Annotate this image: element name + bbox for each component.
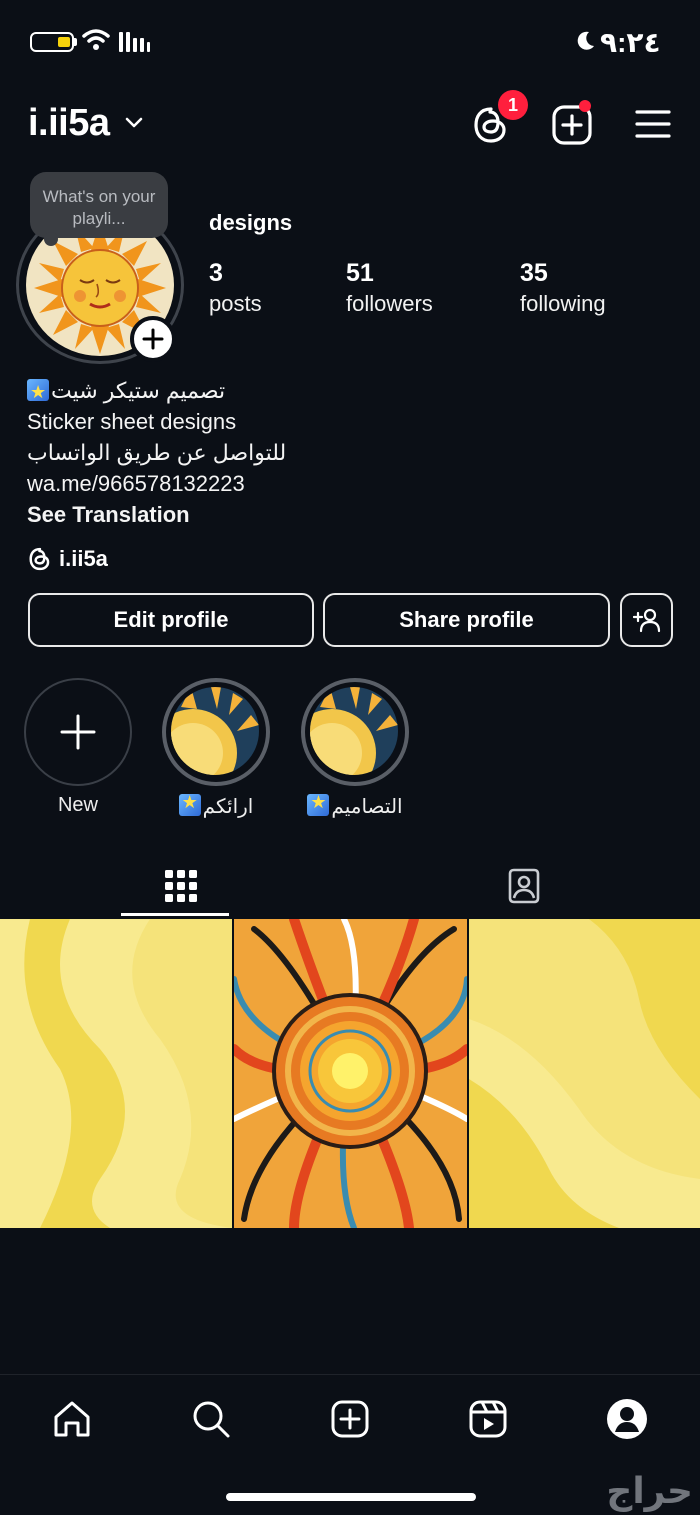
post-thumbnail[interactable] xyxy=(0,919,232,1228)
battery-icon xyxy=(30,32,74,52)
profile-screen: ٩:٢٤ i.ii5a 1 What's on your playli... d… xyxy=(0,0,700,1515)
nav-profile[interactable] xyxy=(605,1397,649,1441)
username-switcher[interactable]: i.ii5a xyxy=(28,102,110,145)
add-story-button[interactable] xyxy=(130,316,176,362)
discover-people-button[interactable] xyxy=(620,593,673,647)
moon-icon xyxy=(577,31,594,50)
shooting-star-emoji-icon xyxy=(27,379,49,401)
highlight-label: التصاميم xyxy=(331,796,403,818)
status-bar: ٩:٢٤ xyxy=(0,0,700,80)
notification-badge: 1 xyxy=(498,90,528,120)
tab-posts-grid[interactable] xyxy=(121,856,241,916)
stat-label: followers xyxy=(346,291,433,316)
watermark: حراج xyxy=(606,1470,693,1511)
add-person-icon xyxy=(632,608,660,633)
threads-handle: i.ii5a xyxy=(59,546,108,571)
highlight-label: ارائكم xyxy=(202,796,254,818)
menu-icon[interactable] xyxy=(633,106,673,142)
edit-profile-button[interactable]: Edit profile xyxy=(28,593,314,647)
stat-value: 35 xyxy=(520,259,548,287)
wifi-icon xyxy=(82,29,110,50)
shooting-star-emoji-icon xyxy=(178,794,201,816)
threads-profile-link[interactable]: i.ii5a xyxy=(27,543,108,575)
create-notification-dot xyxy=(579,100,591,112)
reels-icon xyxy=(469,1400,507,1438)
highlight-cover xyxy=(171,687,259,775)
grid-icon xyxy=(165,870,197,902)
share-profile-button[interactable]: Share profile xyxy=(323,593,610,647)
threads-icon xyxy=(29,547,50,571)
signal-icon xyxy=(119,32,150,52)
profile-category: designs xyxy=(209,210,293,235)
home-icon xyxy=(54,1401,90,1437)
stat-posts[interactable]: 3 posts xyxy=(209,258,262,320)
tagged-icon xyxy=(508,868,540,904)
status-time: ٩:٢٤ xyxy=(600,27,661,58)
bio-line-1: تصميم ستيكر شيت xyxy=(51,378,226,403)
plus-icon xyxy=(60,714,96,750)
nav-search[interactable] xyxy=(189,1397,233,1441)
see-translation-link[interactable]: See Translation xyxy=(27,499,286,530)
bio: تصميم ستيكر شيت Sticker sheet designs لل… xyxy=(27,375,286,530)
stat-value: 51 xyxy=(346,259,374,287)
stat-label: posts xyxy=(209,291,262,316)
bio-line-3: للتواصل عن طريق الواتساب xyxy=(27,440,287,465)
shooting-star-emoji-icon xyxy=(307,794,330,816)
profile-icon xyxy=(607,1399,647,1439)
bio-link[interactable]: wa.me/966578132223 xyxy=(27,468,286,499)
highlight-item[interactable]: التصاميم xyxy=(301,678,409,819)
highlight-new[interactable]: New xyxy=(24,678,132,817)
bio-line-2: Sticker sheet designs xyxy=(27,409,237,434)
highlight-label: New xyxy=(57,794,98,816)
stat-followers[interactable]: 51 followers xyxy=(346,258,433,320)
nav-home[interactable] xyxy=(50,1397,94,1441)
tab-active-indicator xyxy=(121,913,229,916)
nav-create[interactable] xyxy=(328,1397,372,1441)
post-thumbnail[interactable] xyxy=(234,919,467,1228)
chevron-down-icon[interactable] xyxy=(124,116,144,130)
create-icon xyxy=(331,1400,369,1438)
highlight-item[interactable]: ارائكم xyxy=(162,678,270,819)
highlight-cover xyxy=(310,687,398,775)
search-icon xyxy=(193,1401,230,1438)
nav-reels[interactable] xyxy=(466,1397,510,1441)
note-bubble[interactable]: What's on your playli... xyxy=(30,172,168,238)
stat-label: following xyxy=(520,291,606,316)
home-indicator[interactable] xyxy=(226,1493,476,1501)
post-thumbnail[interactable] xyxy=(469,919,700,1228)
tab-tagged[interactable] xyxy=(464,856,584,916)
stat-value: 3 xyxy=(209,259,223,287)
plus-icon xyxy=(142,328,164,350)
stat-following[interactable]: 35 following xyxy=(520,258,606,320)
